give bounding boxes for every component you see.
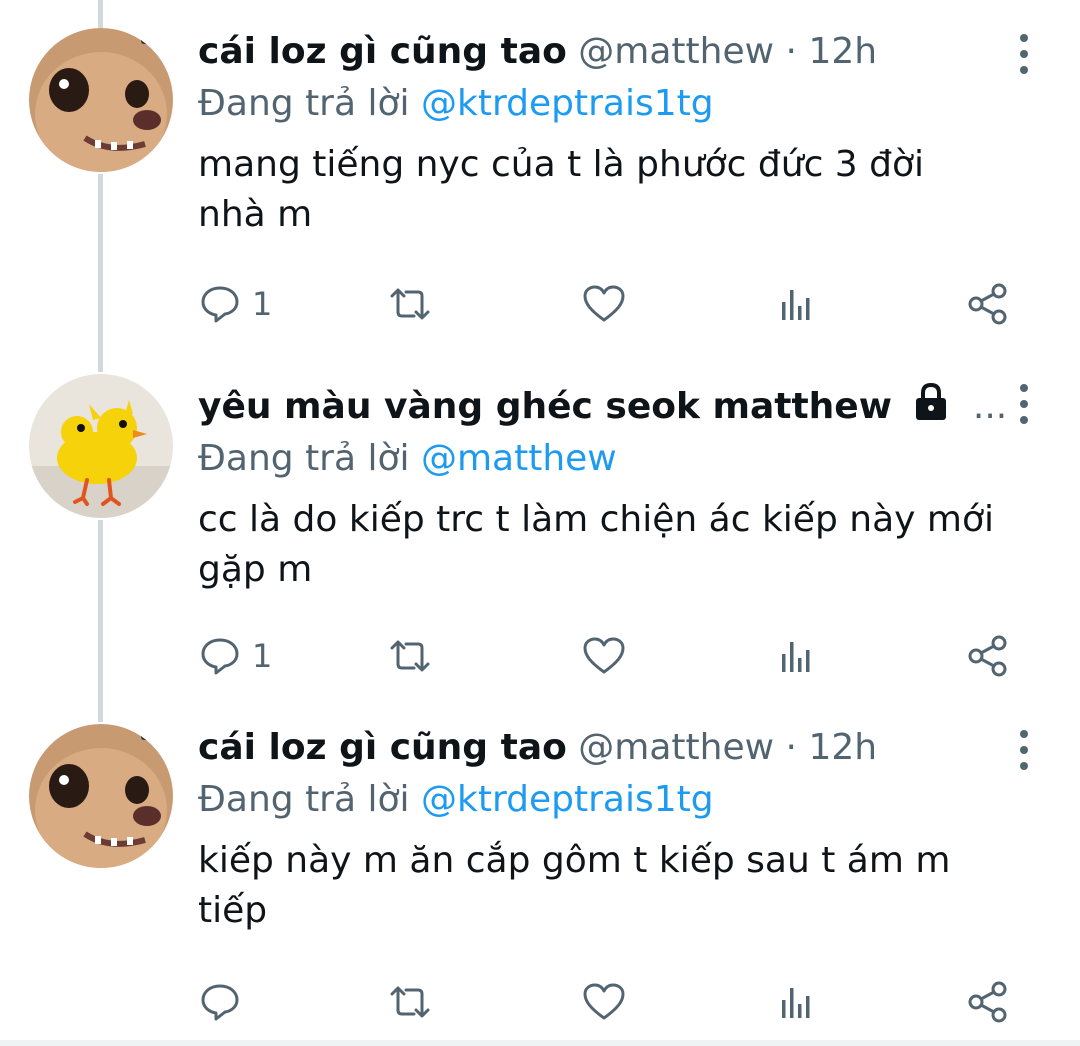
- replying-to-label: Đang trả lời: [198, 779, 410, 820]
- like-button[interactable]: [582, 980, 626, 1024]
- reply-icon: [201, 286, 239, 323]
- more-icon[interactable]: [1012, 384, 1036, 424]
- tweet-text: mang tiếng nyc của t là phước đức 3 đời …: [198, 140, 1020, 240]
- share-button[interactable]: [966, 282, 1010, 326]
- username[interactable]: @matthew: [578, 31, 774, 72]
- share-button[interactable]: [966, 634, 1010, 678]
- reply-icon: [201, 984, 239, 1021]
- tweet-text: kiếp này m ăn cắp gôm t kiếp sau t ám m …: [198, 836, 1020, 936]
- more-icon[interactable]: [1012, 34, 1036, 74]
- action-bar: [198, 980, 1028, 1024]
- lock-icon: [916, 382, 947, 420]
- share-icon: [968, 635, 1007, 677]
- username[interactable]: @matthew: [578, 727, 774, 768]
- avatar[interactable]: [29, 28, 173, 172]
- replying-to-mention[interactable]: @matthew: [421, 438, 617, 479]
- tweet-text-line: gặp m: [198, 549, 313, 590]
- separator-dot: ·: [785, 31, 797, 72]
- puppy-avatar-image: [29, 28, 173, 172]
- replying-to: Đang trả lời @ktrdeptrais1tg: [198, 778, 1020, 822]
- display-name[interactable]: cái loz gì cũng tao: [198, 31, 567, 72]
- retweet-button[interactable]: [386, 282, 434, 326]
- retweet-button[interactable]: [386, 634, 434, 678]
- display-name[interactable]: yêu màu vàng ghéc seok matthew: [198, 386, 892, 427]
- reply-icon: [201, 638, 239, 675]
- replying-to-mention[interactable]: @ktrdeptrais1tg: [421, 779, 714, 820]
- tweet-text: cc là do kiếp trc t làm chiện ác kiếp nà…: [198, 495, 1020, 595]
- views-icon: [782, 988, 810, 1018]
- tweet[interactable]: cái loz gì cũng tao @matthew · 12h Đang …: [0, 0, 1080, 350]
- tweet-text-line: tiếp: [198, 890, 268, 931]
- reply-button[interactable]: [200, 980, 252, 1024]
- tweet-header: cái loz gì cũng tao @matthew · 12h: [198, 30, 1020, 74]
- display-name[interactable]: cái loz gì cũng tao: [198, 727, 567, 768]
- retweet-button[interactable]: [386, 980, 434, 1024]
- views-button[interactable]: [776, 634, 816, 678]
- divider: [0, 1040, 1080, 1046]
- reply-count: 1: [252, 637, 273, 675]
- truncation-ellipsis: ...: [972, 386, 1008, 427]
- avatar[interactable]: [29, 724, 173, 868]
- views-button[interactable]: [776, 980, 816, 1024]
- share-icon: [968, 981, 1007, 1023]
- retweet-icon: [390, 640, 430, 672]
- views-icon: [782, 642, 810, 672]
- tweet[interactable]: cái loz gì cũng tao @matthew · 12h Đang …: [0, 722, 1080, 1040]
- action-bar: 1: [198, 282, 1028, 326]
- chick-avatar-image: [29, 374, 173, 518]
- like-icon: [583, 637, 625, 674]
- tweet-text-line: nhà m: [198, 194, 313, 235]
- retweet-icon: [390, 288, 430, 320]
- views-button[interactable]: [776, 282, 816, 326]
- retweet-icon: [390, 986, 430, 1018]
- replying-to-mention[interactable]: @ktrdeptrais1tg: [421, 83, 714, 124]
- reply-button[interactable]: 1: [200, 282, 272, 326]
- tweet-header: yêu màu vàng ghéc seok matthew ...: [198, 382, 1020, 429]
- separator-dot: ·: [785, 727, 797, 768]
- like-button[interactable]: [582, 634, 626, 678]
- timestamp[interactable]: 12h: [808, 727, 877, 768]
- share-button[interactable]: [966, 980, 1010, 1024]
- tweet-header: cái loz gì cũng tao @matthew · 12h: [198, 726, 1020, 770]
- tweet-text-line: kiếp này m ăn cắp gôm t kiếp sau t ám m: [198, 840, 951, 881]
- share-icon: [968, 283, 1007, 325]
- puppy-avatar-image: [29, 724, 173, 868]
- timestamp[interactable]: 12h: [808, 31, 877, 72]
- tweet-text-line: mang tiếng nyc của t là phước đức 3 đời: [198, 144, 925, 185]
- replying-to: Đang trả lời @ktrdeptrais1tg: [198, 82, 1020, 126]
- replying-to-label: Đang trả lời: [198, 438, 410, 479]
- views-icon: [782, 290, 810, 320]
- avatar[interactable]: [29, 374, 173, 518]
- reply-count: 1: [252, 285, 273, 323]
- like-button[interactable]: [582, 282, 626, 326]
- reply-button[interactable]: 1: [200, 634, 272, 678]
- replying-to-label: Đang trả lời: [198, 83, 410, 124]
- like-icon: [583, 285, 625, 322]
- tweet-text-line: cc là do kiếp trc t làm chiện ác kiếp nà…: [198, 499, 994, 540]
- action-bar: 1: [198, 634, 1028, 678]
- replying-to: Đang trả lời @matthew: [198, 437, 1020, 481]
- more-icon[interactable]: [1012, 730, 1036, 770]
- like-icon: [583, 983, 625, 1020]
- tweet[interactable]: yêu màu vàng ghéc seok matthew ... Đang …: [0, 372, 1080, 702]
